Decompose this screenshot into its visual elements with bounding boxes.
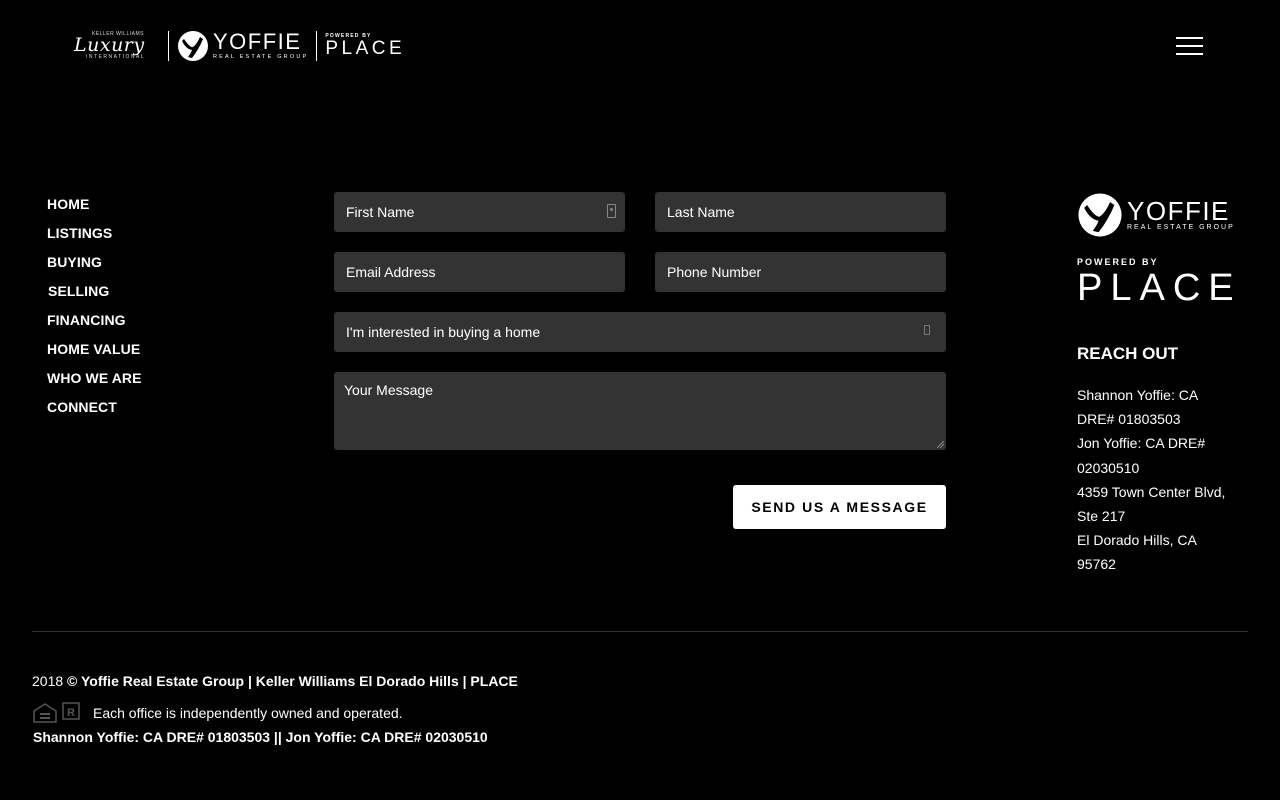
international-label: INTERNATIONAL <box>86 54 146 60</box>
nav-item-home[interactable]: HOME <box>47 196 142 225</box>
brand-name: YOFFIE <box>213 29 302 54</box>
last-name-input[interactable] <box>665 203 950 221</box>
sidebar-place-logo: POWERED BY PLACE <box>1077 257 1242 307</box>
hamburger-menu-icon[interactable] <box>1176 34 1204 58</box>
place-logo: POWERED BY PLACE <box>325 33 405 59</box>
contact-line: Ste 217 <box>1077 508 1126 525</box>
yoffie-logo-icon <box>1078 193 1122 237</box>
footer-divider <box>32 631 1248 632</box>
resize-grip-icon[interactable] <box>937 441 944 448</box>
copyright-line: 2018 © Yoffie Real Estate Group | Keller… <box>32 673 518 689</box>
logo-divider-2 <box>316 31 318 61</box>
first-name-input[interactable] <box>344 203 629 221</box>
logo-divider <box>168 31 169 61</box>
email-field[interactable] <box>334 252 629 292</box>
nav-item-home-value[interactable]: HOME VALUE <box>47 341 142 370</box>
equal-housing-icon <box>33 703 57 723</box>
header-logo[interactable]: KELLER WILLIAMS Luxury INTERNATIONAL YOF… <box>74 28 405 64</box>
brand-sub: REAL ESTATE GROUP <box>213 54 309 60</box>
yoffie-logo-icon <box>178 31 208 61</box>
email-input[interactable] <box>344 263 629 281</box>
first-name-field[interactable] <box>334 192 629 232</box>
kw-luxury-logo: KELLER WILLIAMS Luxury INTERNATIONAL <box>74 30 160 62</box>
yoffie-wordmark: YOFFIE REAL ESTATE GROUP <box>213 29 309 61</box>
contact-card-icon[interactable] <box>607 204 616 218</box>
independent-office-text: Each office is independently owned and o… <box>93 705 403 721</box>
realtor-icon: R <box>62 702 80 720</box>
select-arrow-icon[interactable] <box>924 325 930 335</box>
sidebar-powered-by: POWERED BY <box>1077 257 1159 267</box>
send-message-button[interactable]: SEND US A MESSAGE <box>733 485 946 529</box>
luxury-label: Luxury <box>74 34 145 56</box>
dre-license-line: Shannon Yoffie: CA DRE# 01803503 || Jon … <box>33 729 488 745</box>
copyright-text: © Yoffie Real Estate Group | Keller Will… <box>67 673 518 689</box>
nav-item-listings[interactable]: LISTINGS <box>47 225 142 254</box>
nav-item-buying[interactable]: BUYING <box>47 254 142 283</box>
nav-item-selling[interactable]: SELLING <box>48 283 142 312</box>
last-name-field[interactable] <box>655 192 950 232</box>
nav-item-who-we-are[interactable]: WHO WE ARE <box>47 370 142 399</box>
contact-line: 02030510 <box>1077 459 1140 476</box>
svg-text:R: R <box>67 707 75 719</box>
copyright-year: 2018 <box>32 673 64 689</box>
nav-item-financing[interactable]: FINANCING <box>47 312 142 341</box>
sidebar-brand-sub: REAL ESTATE GROUP <box>1127 224 1235 231</box>
contact-line: El Dorado Hills, CA <box>1077 532 1197 549</box>
contact-info: Shannon Yoffie: CA DRE# 01803503 Jon Yof… <box>1077 383 1242 577</box>
sidebar-brand-name: YOFFIE <box>1127 196 1230 226</box>
interest-select[interactable]: I'm interested in buying a home <box>334 312 946 352</box>
footer-badges: R <box>32 702 82 724</box>
footer-nav: HOME LISTINGS BUYING SELLING FINANCING H… <box>47 196 142 428</box>
contact-line: 4359 Town Center Blvd, <box>1077 483 1226 500</box>
message-textarea[interactable] <box>344 382 946 442</box>
sidebar-place: PLACE <box>1077 267 1242 309</box>
contact-line: Jon Yoffie: CA DRE# <box>1077 435 1206 452</box>
sidebar-yoffie-logo: YOFFIE REAL ESTATE GROUP <box>1077 192 1235 238</box>
site-header: KELLER WILLIAMS Luxury INTERNATIONAL YOF… <box>0 0 1280 92</box>
contact-line: Shannon Yoffie: CA <box>1077 387 1199 403</box>
message-field[interactable] <box>334 372 946 450</box>
contact-line: DRE# 01803503 <box>1077 411 1181 428</box>
contact-line: 95762 <box>1077 556 1116 573</box>
place-label: PLACE <box>325 38 406 59</box>
reach-out-heading: REACH OUT <box>1077 344 1179 363</box>
interest-selected-value: I'm interested in buying a home <box>346 324 541 340</box>
phone-input[interactable] <box>665 263 950 281</box>
nav-item-connect[interactable]: CONNECT <box>47 399 142 428</box>
phone-field[interactable] <box>655 252 950 292</box>
